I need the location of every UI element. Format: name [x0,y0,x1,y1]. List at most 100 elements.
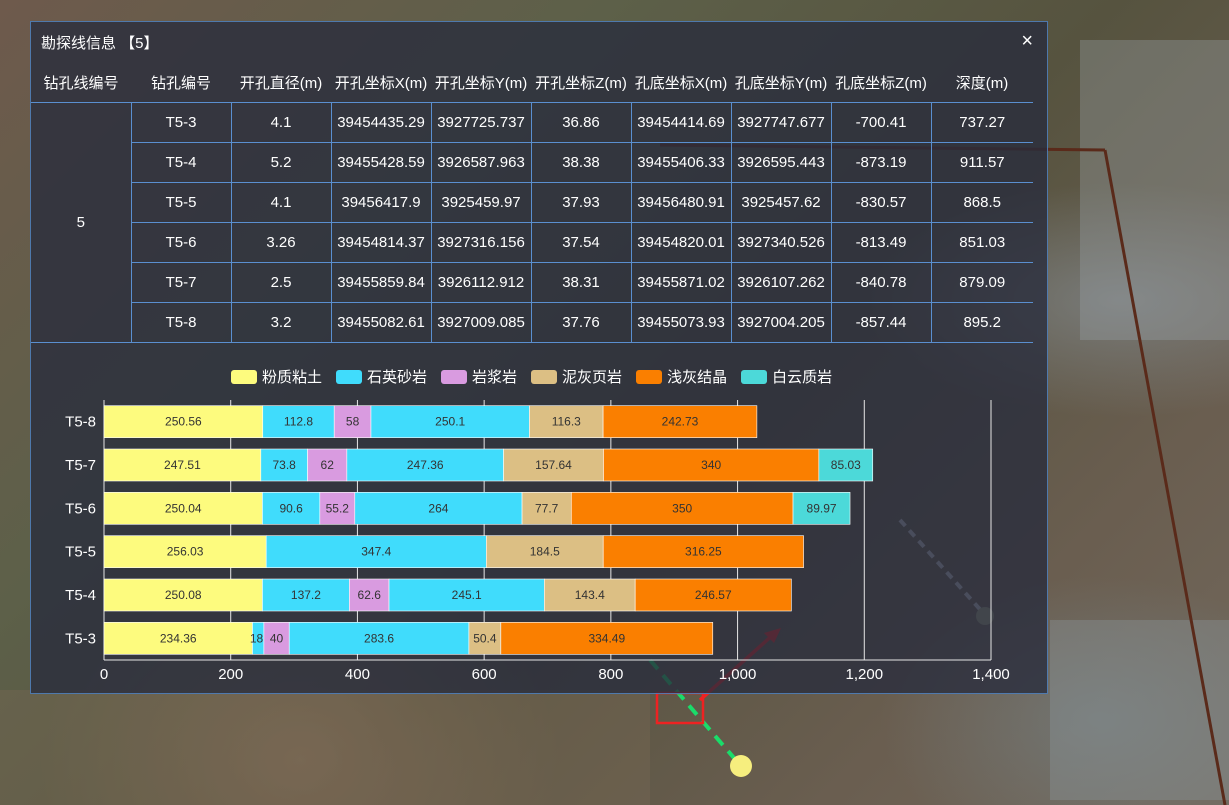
table-cell: 39455859.84 [331,262,432,303]
table-cell: T5-5 [131,182,232,223]
bar-value-label: 62 [321,458,335,472]
table-cell: 2.5 [231,262,332,303]
bar-value-label: 256.03 [167,545,204,559]
borehole-table: 钻孔线编号 钻孔编号 开孔直径(m) 开孔坐标X(m) 开孔坐标Y(m) 开孔坐标Z(m)… [31,62,1033,343]
table-cell: 3927316.156 [431,222,532,263]
table-cell: -813.49 [831,222,932,263]
x-tick-label: 1,000 [719,666,757,683]
table-cell: -840.78 [831,262,932,303]
bar-value-label: 143.4 [575,588,605,602]
column-header[interactable]: 孔底坐标Y(m) [731,62,831,103]
table-cell: 37.54 [531,222,632,263]
bar-value-label: 283.6 [364,631,394,645]
table-row[interactable]: 5 T5-3 4.1 39454435.29 3927725.737 36.86 39454… [31,102,1033,343]
table-cell: 868.5 [931,182,1033,223]
x-tick-label: 0 [100,666,108,683]
bar-value-label: 55.2 [326,501,350,515]
bar-value-label: 184.5 [530,545,560,559]
table-cell: 3925459.97 [431,182,532,223]
y-category-label: T5-7 [65,457,96,474]
x-tick-label: 400 [345,666,370,683]
bar-value-label: 247.51 [164,458,201,472]
dialog-title: 勘探线信息 【5】 [41,35,159,52]
table-cell: 38.31 [531,262,632,303]
bar-value-label: 116.3 [552,415,581,429]
table-cell: 3926107.262 [731,262,832,303]
column-header[interactable]: 孔底坐标Z(m) [831,62,931,103]
bar-value-label: 250.08 [165,588,202,602]
table-row[interactable]: T5-8 3.2 39455082.61 3927009.085 37.76 394550… [31,302,1033,343]
table-cell: -857.44 [831,302,932,343]
y-category-label: T5-3 [65,630,96,647]
rock-layer-stacked-bar-chart: 0 200 400 600 800 1,000 1,200 1,400 T5-3 234.36 18… [65,400,1010,683]
column-header[interactable]: 开孔坐标X(m) [331,62,431,103]
table-cell: 36.86 [531,102,632,143]
bar-value-label: 90.6 [279,501,303,515]
table-row[interactable]: T5-7 2.5 39455859.84 3926112.912 38.31 394558… [31,262,1033,303]
table-row[interactable]: T5-6 3.26 39454814.37 3927316.156 37.54 39454… [31,222,1033,263]
x-tick-label: 1,400 [972,666,1010,683]
column-header[interactable]: 开孔坐标Y(m) [431,62,531,103]
table-cell: 3926587.963 [431,142,532,183]
bar-value-label: 250.04 [165,501,202,515]
x-tick-label: 1,200 [846,666,884,683]
table-cell: 3927009.085 [431,302,532,343]
table-cell: 3927340.526 [731,222,832,263]
bar-value-label: 89.97 [807,501,837,515]
table-header-row: 钻孔线编号 钻孔编号 开孔直径(m) 开孔坐标X(m) 开孔坐标Y(m) 开孔坐标Z(m)… [31,62,1033,103]
table-cell: 39454814.37 [331,222,432,263]
column-header[interactable]: 钻孔线编号 [31,62,131,103]
table-cell: 3926595.443 [731,142,832,183]
table-cell: 39455428.59 [331,142,432,183]
bar-value-label: 234.36 [160,631,197,645]
table-cell: T5-4 [131,142,232,183]
table-cell: T5-6 [131,222,232,263]
table-cell: 4.1 [231,182,332,223]
bar-value-label: 334.49 [588,631,625,645]
table-cell: 3927725.737 [431,102,532,143]
table-row[interactable]: T5-4 5.2 39455428.59 3926587.963 38.38 394554… [31,142,1033,183]
y-category-label: T5-4 [65,587,96,604]
column-header[interactable]: 开孔直径(m) [231,62,331,103]
map-boundary-line [1103,149,1227,805]
table-cell: 39456480.91 [631,182,732,223]
table-cell: 3.26 [231,222,332,263]
table-cell: 4.1 [231,102,332,143]
table-cell: 39455406.33 [631,142,732,183]
bar-value-label: 62.6 [358,588,382,602]
bar-value-label: 350 [672,501,692,515]
table-cell: 37.93 [531,182,632,223]
table-cell: T5-3 [131,102,232,143]
table-cell: T5-8 [131,302,232,343]
table-cell: 851.03 [931,222,1033,263]
x-tick-label: 600 [472,666,497,683]
x-tick-label: 800 [598,666,623,683]
y-category-label: T5-5 [65,544,96,561]
bar-value-label: 242.73 [662,415,699,429]
table-row[interactable]: T5-5 4.1 39456417.9 3925459.97 37.93 39456480… [31,182,1033,223]
bar-value-label: 316.25 [685,545,722,559]
table-cell: T5-7 [131,262,232,303]
bar-value-label: 250.1 [435,415,465,429]
table-cell: -873.19 [831,142,932,183]
table-cell: 38.38 [531,142,632,183]
bar-value-label: 250.56 [165,415,202,429]
table-cell: 895.2 [931,302,1033,343]
table-cell: 5.2 [231,142,332,183]
bar-value-label: 340 [701,458,721,472]
table-cell: 3926112.912 [431,262,532,303]
column-header[interactable]: 钻孔编号 [131,62,231,103]
table-cell: 879.09 [931,262,1033,303]
y-category-label: T5-6 [65,500,96,517]
table-cell: 39454414.69 [631,102,732,143]
table-cell: 39454820.01 [631,222,732,263]
bar-value-label: 264 [428,501,448,515]
exploration-line-number-cell: 5 [31,102,132,343]
column-header[interactable]: 深度(m) [931,62,1033,103]
column-header[interactable]: 孔底坐标X(m) [631,62,731,103]
column-header[interactable]: 开孔坐标Z(m) [531,62,631,103]
table-cell: 37.76 [531,302,632,343]
close-icon[interactable]: × [1021,30,1033,53]
table-cell: 3927747.677 [731,102,832,143]
table-cell: 39455073.93 [631,302,732,343]
